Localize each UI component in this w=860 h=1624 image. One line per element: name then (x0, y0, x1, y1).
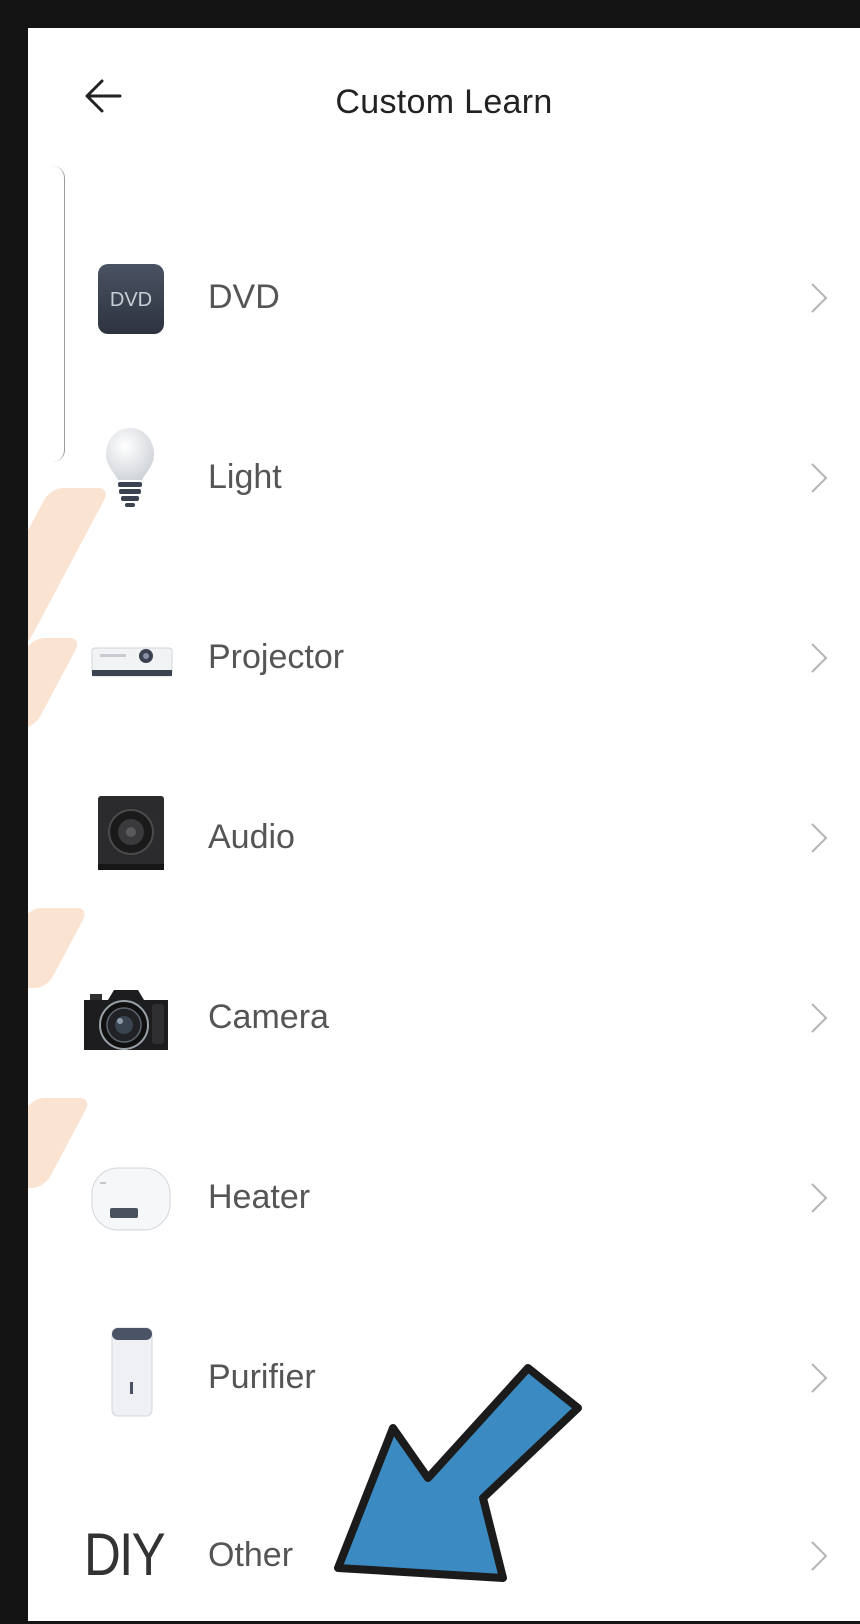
lightbulb-icon (84, 428, 176, 518)
water-heater-icon (84, 1158, 176, 1238)
list-item-label: DVD (208, 278, 280, 316)
list-item-label: Projector (208, 638, 345, 676)
diy-icon: DIY (84, 1521, 166, 1588)
list-item-label: Camera (208, 998, 329, 1036)
chevron-right-icon (811, 463, 828, 493)
page-title: Custom Learn (335, 83, 553, 121)
list-item-label: Light (208, 458, 282, 496)
chevron-right-icon (811, 823, 828, 853)
list-item-projector[interactable]: Projector (28, 598, 860, 718)
app-screen: Custom Learn DVD DVD Light Projector Aud… (0, 0, 860, 1624)
chevron-right-icon (811, 283, 828, 313)
list-item-label: Other (208, 1536, 294, 1574)
speaker-icon (84, 796, 176, 878)
list-item-heater[interactable]: Heater (28, 1138, 860, 1258)
air-purifier-icon (84, 1327, 176, 1418)
app-header: Custom Learn (28, 28, 860, 178)
list-item-dvd[interactable]: DVD DVD (28, 238, 860, 358)
list-item-light[interactable]: Light (28, 418, 860, 538)
chevron-right-icon (811, 1363, 828, 1393)
projector-icon (84, 618, 176, 698)
list-item-label: Audio (208, 818, 295, 856)
chevron-right-icon (811, 1003, 828, 1033)
list-item-label: Heater (208, 1178, 311, 1216)
chevron-right-icon (811, 643, 828, 673)
chevron-right-icon (811, 1541, 828, 1571)
dvd-icon: DVD (84, 258, 176, 338)
camera-icon (84, 978, 176, 1058)
annotation-arrow-icon (334, 1364, 582, 1582)
list-item-label: Purifier (208, 1358, 316, 1396)
list-item-audio[interactable]: Audio (28, 778, 860, 898)
chevron-right-icon (811, 1183, 828, 1213)
svg-text:DVD: DVD (110, 289, 152, 311)
list-item-camera[interactable]: Camera (28, 958, 860, 1078)
